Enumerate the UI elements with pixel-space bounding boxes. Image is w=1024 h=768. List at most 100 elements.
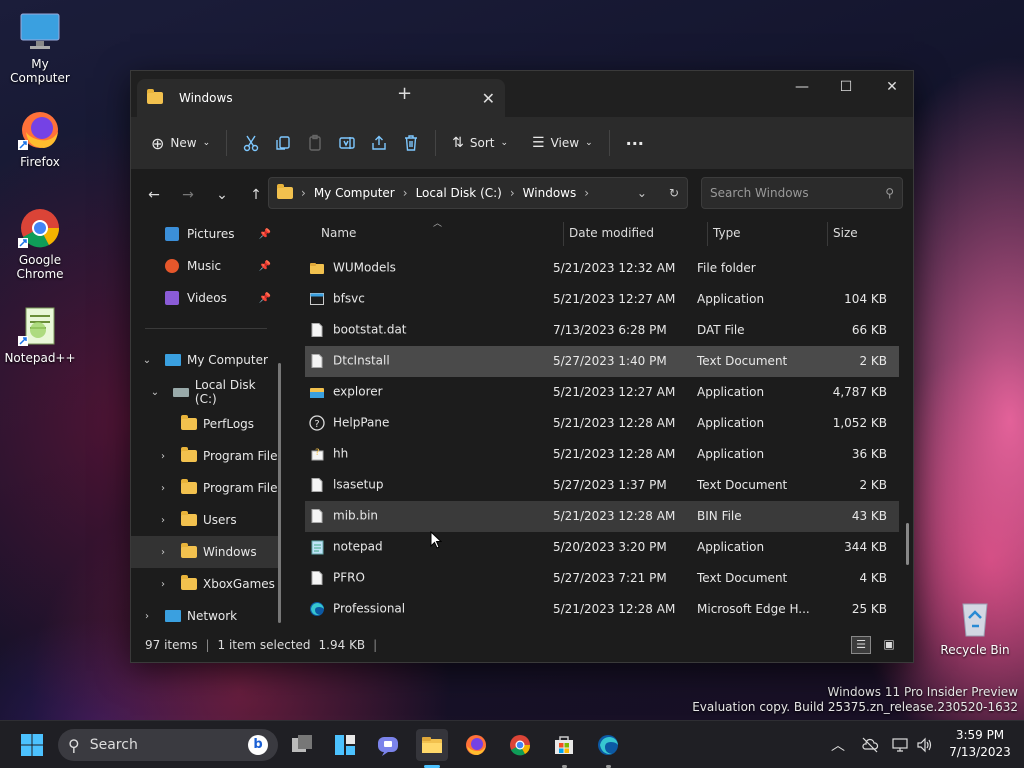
desktop-icon-label: Firefox xyxy=(20,155,60,169)
edge-taskbar-icon[interactable] xyxy=(592,729,624,761)
tree-item-perflogs[interactable]: PerfLogs xyxy=(131,408,281,440)
file-date: 5/21/2023 12:28 AM xyxy=(553,509,676,523)
taskbar-search-box[interactable]: ⚲ Search b xyxy=(58,729,278,761)
volume-icon[interactable] xyxy=(908,729,940,761)
close-window-button[interactable]: ✕ xyxy=(869,71,915,103)
column-date-modified[interactable]: Date modified xyxy=(569,226,654,240)
clock[interactable]: 3:59 PM 7/13/2023 xyxy=(944,727,1016,761)
tree-item-users[interactable]: › Users xyxy=(131,504,281,536)
chevron-down-icon[interactable]: ⌄ xyxy=(147,387,163,398)
copy-icon[interactable] xyxy=(267,126,299,160)
file-row[interactable]: bootstat.dat 7/13/2023 6:28 PM DAT File 66 … xyxy=(305,315,899,346)
address-dropdown-icon[interactable]: ⌄ xyxy=(637,186,647,200)
recent-locations-button[interactable]: ⌄ xyxy=(207,180,237,210)
chevron-down-icon: ⌄ xyxy=(585,138,593,148)
status-divider: | xyxy=(373,638,378,652)
forward-button[interactable]: → xyxy=(173,180,203,210)
tree-item-my-computer[interactable]: ⌄ My Computer xyxy=(131,344,281,376)
refresh-icon[interactable]: ↻ xyxy=(669,186,679,200)
new-tab-button[interactable]: + xyxy=(397,83,412,104)
file-row[interactable]: DtcInstall 5/27/2023 1:40 PM Text Document… xyxy=(305,346,899,377)
file-row[interactable]: notepad 5/20/2023 3:20 PM Application 344 K… xyxy=(305,532,899,563)
chevron-right-icon[interactable]: › xyxy=(155,579,171,590)
sidebar-item-pictures[interactable]: Pictures 📌 xyxy=(131,218,281,250)
show-hidden-icons-icon[interactable]: ︿ xyxy=(822,729,854,761)
onedrive-offline-icon[interactable] xyxy=(854,729,886,761)
bing-icon[interactable]: b xyxy=(248,735,268,755)
widgets-icon[interactable] xyxy=(329,729,361,761)
chevron-down-icon[interactable]: ⌄ xyxy=(139,355,155,366)
chevron-right-icon[interactable]: › xyxy=(155,451,171,462)
sidebar-item-videos[interactable]: Videos 📌 xyxy=(131,282,281,314)
file-row[interactable]: ? hh 5/21/2023 12:28 AM Application 36 KB xyxy=(305,439,899,470)
column-divider[interactable] xyxy=(563,222,564,246)
tree-item-windows[interactable]: › Windows xyxy=(131,536,281,568)
chevron-right-icon[interactable]: › xyxy=(139,611,155,622)
view-button[interactable]: ☰ View ⌄ xyxy=(524,126,601,160)
task-view-icon[interactable] xyxy=(286,729,318,761)
column-size[interactable]: Size xyxy=(833,226,858,240)
rename-icon[interactable] xyxy=(331,126,363,160)
vertical-scrollbar[interactable] xyxy=(906,523,909,565)
desktop-icon-recycle-bin[interactable]: Recycle Bin xyxy=(935,596,1015,657)
tab-windows[interactable]: Windows ✕ xyxy=(137,79,505,117)
cut-icon[interactable] xyxy=(235,126,267,160)
desktop-icon-chrome[interactable]: Google Chrome xyxy=(0,206,80,281)
tree-item-network[interactable]: › Network xyxy=(131,600,281,630)
microsoft-store-icon[interactable] xyxy=(548,729,580,761)
tree-item-xboxgames[interactable]: › XboxGames xyxy=(131,568,281,600)
column-name[interactable]: Name xyxy=(321,226,356,240)
column-divider[interactable] xyxy=(707,222,708,246)
file-row[interactable]: bfsvc 5/21/2023 12:27 AM Application 104 KB xyxy=(305,284,899,315)
chevron-right-icon[interactable]: › xyxy=(155,483,171,494)
file-row[interactable]: PFRO 5/27/2023 7:21 PM Text Document 4 KB xyxy=(305,563,899,594)
file-explorer-taskbar-icon[interactable] xyxy=(416,729,448,761)
chevron-right-icon[interactable]: › xyxy=(155,515,171,526)
sort-button[interactable]: ⇅ Sort ⌄ xyxy=(444,126,516,160)
breadcrumb-my-computer[interactable]: My Computer xyxy=(314,186,395,200)
teams-chat-icon[interactable] xyxy=(372,729,404,761)
start-button[interactable] xyxy=(16,729,48,761)
back-button[interactable]: ← xyxy=(139,180,169,210)
column-divider[interactable] xyxy=(827,222,828,246)
up-button[interactable]: ↑ xyxy=(241,180,271,210)
paste-icon[interactable] xyxy=(299,126,331,160)
divider xyxy=(435,130,437,156)
file-row[interactable]: explorer 5/21/2023 12:27 AM Application 4,7… xyxy=(305,377,899,408)
tree-item-program-files[interactable]: › Program File xyxy=(131,440,281,472)
desktop-icon-firefox[interactable]: Firefox xyxy=(0,108,80,169)
sidebar-scrollbar[interactable] xyxy=(278,363,281,623)
breadcrumb-windows[interactable]: Windows xyxy=(523,186,577,200)
search-icon: ⚲ xyxy=(68,735,80,755)
file-row[interactable]: ? HelpPane 5/21/2023 12:28 AM Application 1,… xyxy=(305,408,899,439)
column-type[interactable]: Type xyxy=(713,226,741,240)
file-list: ︿ Name Date modified Type Size WUModels 5… xyxy=(289,218,909,630)
file-row[interactable]: mib.bin 5/21/2023 12:28 AM BIN File 43 KB xyxy=(305,501,899,532)
desktop-icon-my-computer[interactable]: My Computer xyxy=(0,10,80,85)
close-tab-icon[interactable]: ✕ xyxy=(482,89,495,108)
file-name-cell: PFRO xyxy=(309,570,365,586)
chevron-right-icon[interactable]: › xyxy=(155,547,171,558)
file-row[interactable]: lsasetup 5/27/2023 1:37 PM Text Document 2 … xyxy=(305,470,899,501)
chrome-taskbar-icon[interactable] xyxy=(504,729,536,761)
more-options-button[interactable]: ··· xyxy=(618,126,652,160)
maximize-button[interactable]: ☐ xyxy=(823,71,869,103)
search-input[interactable]: Search Windows xyxy=(710,186,885,200)
search-box[interactable]: Search Windows ⚲ xyxy=(701,177,903,209)
file-row[interactable]: Professional 5/21/2023 12:28 AM Microsoft … xyxy=(305,594,899,625)
share-icon[interactable] xyxy=(363,126,395,160)
address-bar[interactable]: › My Computer › Local Disk (C:) › Window… xyxy=(268,177,688,209)
details-view-icon[interactable]: ☰ xyxy=(851,636,871,654)
new-button[interactable]: ⊕ New ⌄ xyxy=(143,126,218,160)
breadcrumb-local-disk[interactable]: Local Disk (C:) xyxy=(416,186,502,200)
desktop-icon-notepadpp[interactable]: Notepad++ xyxy=(0,304,80,365)
tree-item-local-disk[interactable]: ⌄ Local Disk (C:) xyxy=(131,376,281,408)
sort-label: Sort xyxy=(469,136,495,150)
file-row[interactable]: WUModels 5/21/2023 12:32 AM File folder xyxy=(305,253,899,284)
delete-icon[interactable] xyxy=(395,126,427,160)
sidebar-item-music[interactable]: Music 📌 xyxy=(131,250,281,282)
tree-item-program-files-x86[interactable]: › Program File xyxy=(131,472,281,504)
firefox-taskbar-icon[interactable] xyxy=(460,729,492,761)
tiles-view-icon[interactable]: ▣ xyxy=(879,636,899,654)
minimize-button[interactable]: — xyxy=(779,71,825,103)
